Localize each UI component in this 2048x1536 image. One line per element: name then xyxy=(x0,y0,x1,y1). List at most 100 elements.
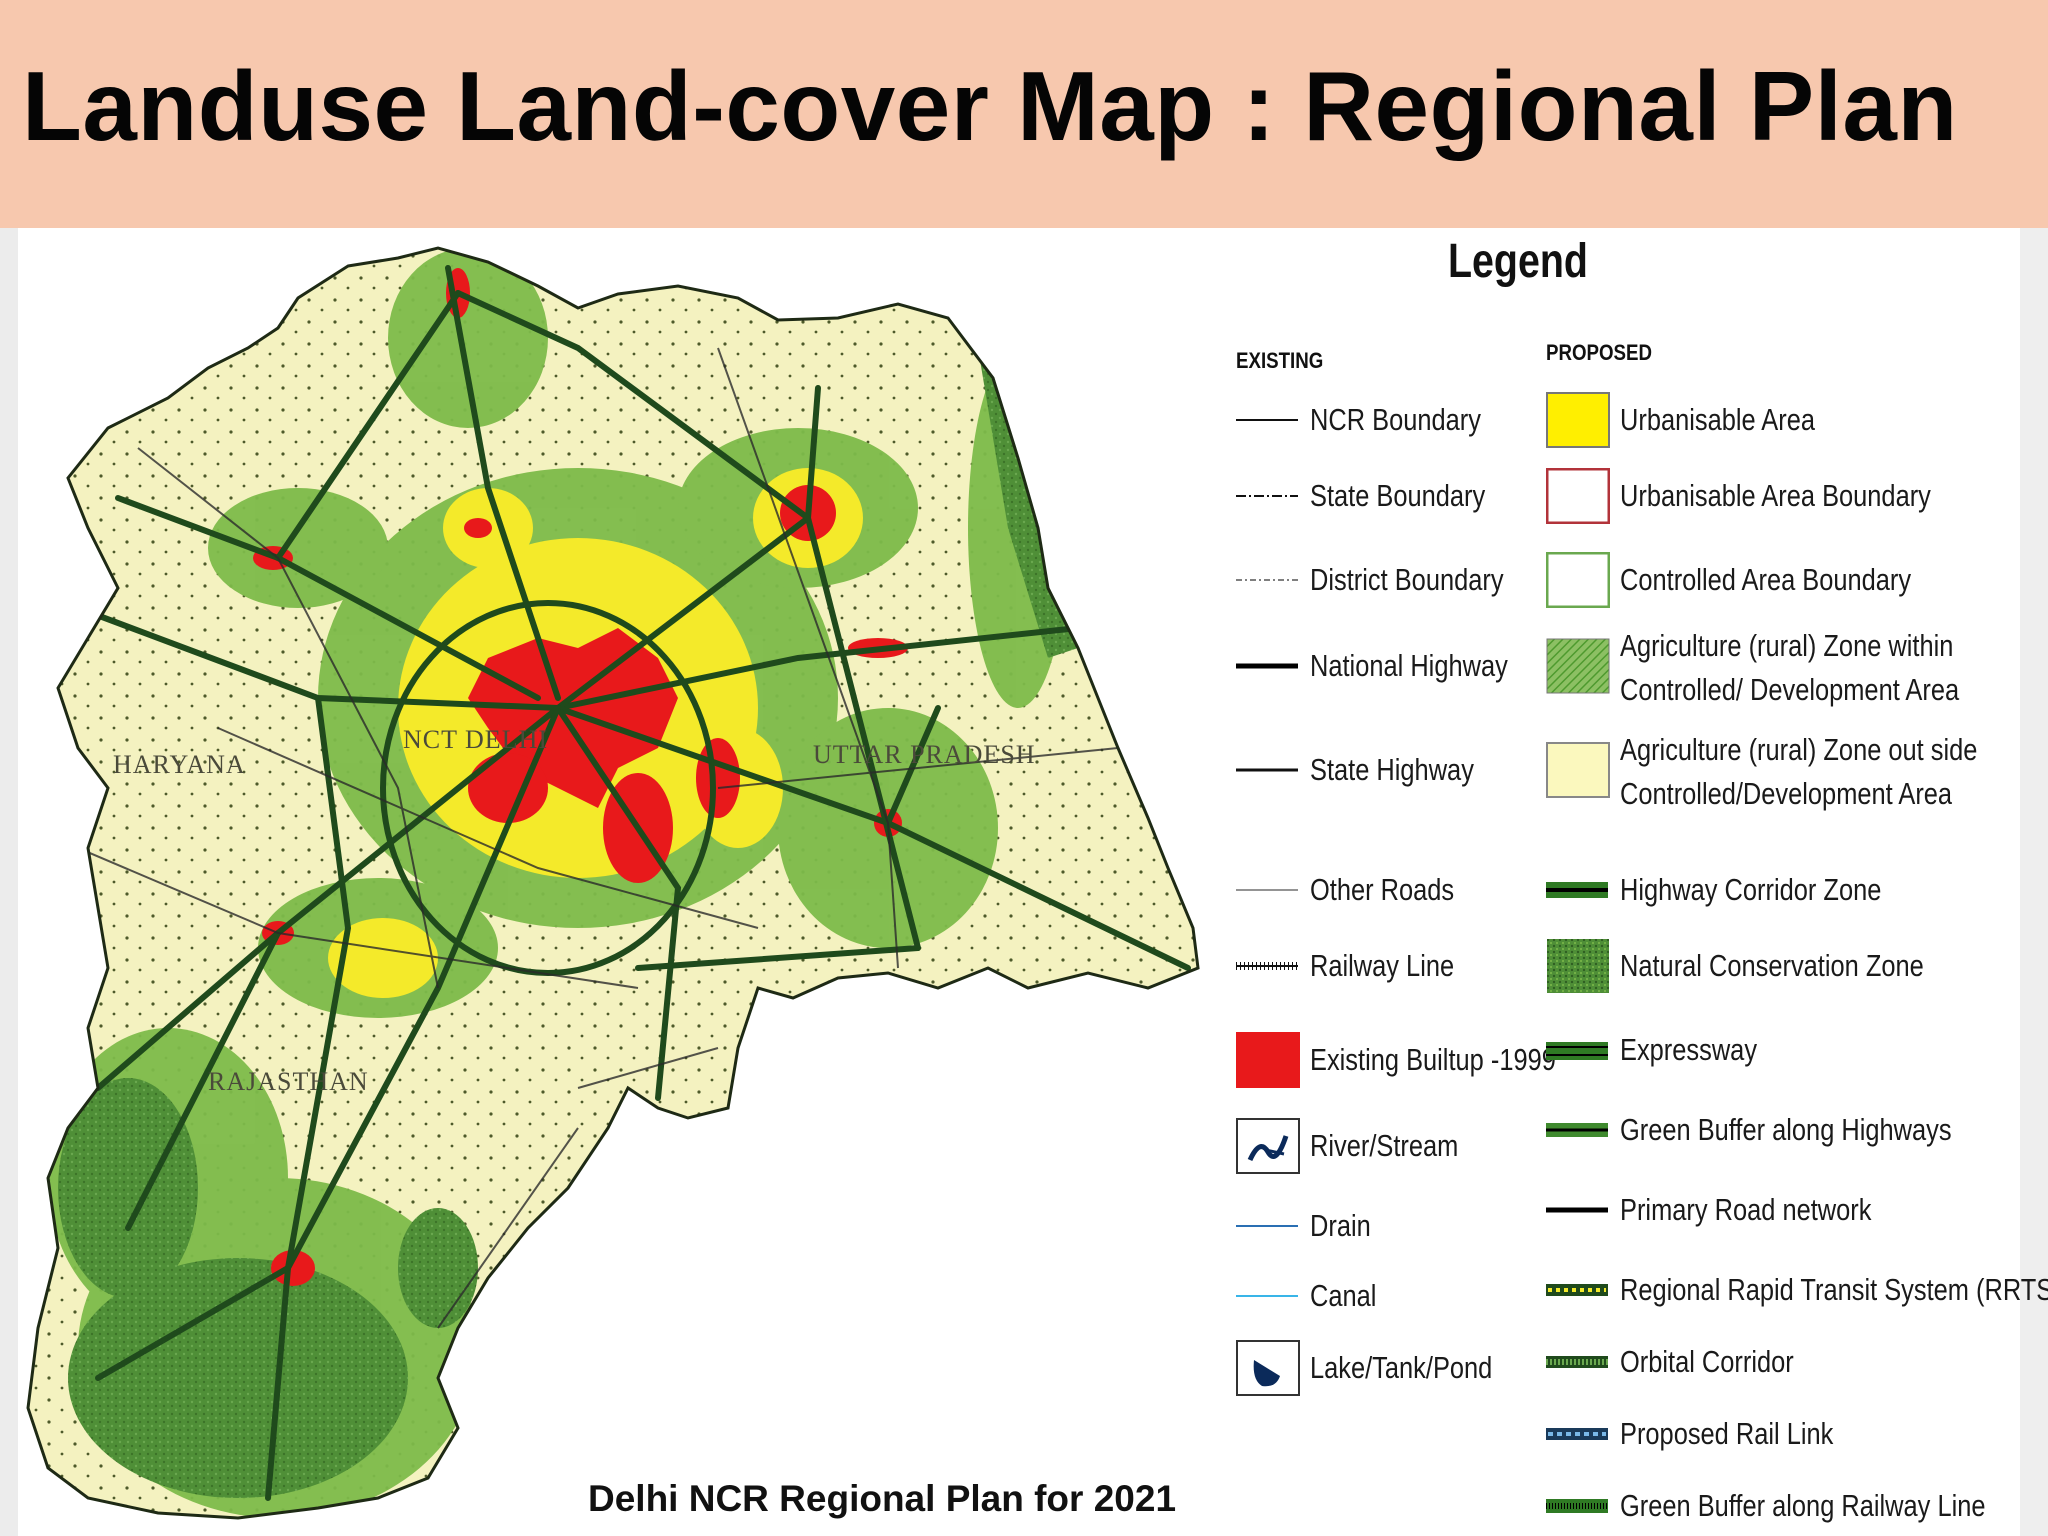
highway-corridor-line-icon xyxy=(1546,878,1610,907)
map-label-nct-delhi: NCT DELHI xyxy=(403,725,548,754)
legend-label-line: Expressway xyxy=(1620,1032,1758,1067)
legend-label-line: Other Roads xyxy=(1310,872,1455,907)
legend-item-expressway: Expressway xyxy=(1546,1022,2048,1082)
legend-label: Urbanisable Area Boundary xyxy=(1620,474,1931,518)
legend-label-line: Regional Rapid Transit System (RRTS) xyxy=(1620,1272,2048,1307)
legend-label-line: Highway Corridor Zone xyxy=(1620,872,1882,907)
legend-label-line: National Highway xyxy=(1310,648,1508,683)
legend-item-rrts: Regional Rapid Transit System (RRTS) xyxy=(1546,1262,2048,1322)
legend-item-agri-outside: Agriculture (rural) Zone out side Control… xyxy=(1546,732,2048,811)
map-label-rajasthan: RAJASTHAN xyxy=(208,1067,369,1096)
legend-label-line: Primary Road network xyxy=(1620,1192,1872,1227)
controlled-boundary-swatch-icon xyxy=(1545,551,1611,613)
agri-outside-swatch-icon xyxy=(1546,742,1610,803)
orbital-line-icon xyxy=(1546,1350,1610,1379)
legend-label-line: Agriculture (rural) Zone out side xyxy=(1620,732,1978,767)
other-roads-line-icon xyxy=(1236,878,1300,907)
map-label-haryana: HARYANA xyxy=(113,750,246,779)
legend-label-line: River/Stream xyxy=(1310,1128,1459,1163)
legend-label: Agriculture (rural) Zone out side Control… xyxy=(1620,728,1977,816)
legend-label-line: Natural Conservation Zone xyxy=(1620,948,1924,983)
legend-label: State Boundary xyxy=(1310,474,1485,518)
legend-item-green-buffer: Green Buffer along Highways xyxy=(1546,1102,2048,1162)
district-boundary-line-icon xyxy=(1236,568,1300,597)
drain-line-icon xyxy=(1236,1214,1300,1243)
legend-item-rail-buffer: Green Buffer along Railway Line xyxy=(1546,1478,2048,1536)
ncr-boundary-line-icon xyxy=(1236,408,1300,437)
legend-label: Highway Corridor Zone xyxy=(1620,868,1881,912)
expressway-line-icon xyxy=(1546,1038,1610,1071)
legend-label: Existing Builtup -1999 xyxy=(1310,1038,1556,1082)
agri-controlled-swatch-icon xyxy=(1546,638,1610,699)
rail-link-line-icon xyxy=(1546,1422,1610,1451)
conservation-swatch-icon xyxy=(1546,938,1610,999)
legend-existing-heading: EXISTING xyxy=(1236,348,1324,373)
legend-item-controlled-boundary: Controlled Area Boundary xyxy=(1545,551,2048,613)
legend-label: Regional Rapid Transit System (RRTS) xyxy=(1620,1268,2048,1312)
legend-label: Green Buffer along Highways xyxy=(1620,1108,1952,1152)
legend-label: Lake/Tank/Pond xyxy=(1310,1346,1492,1390)
rrts-line-icon xyxy=(1546,1278,1610,1307)
legend-label: Agriculture (rural) Zone within Controlle… xyxy=(1620,624,1959,712)
legend-label-line: Drain xyxy=(1310,1208,1371,1243)
legend-label: Railway Line xyxy=(1310,944,1454,988)
legend-item-rail-link: Proposed Rail Link xyxy=(1546,1406,2048,1466)
river-icon xyxy=(1236,1118,1300,1179)
legend-label: Other Roads xyxy=(1310,868,1454,912)
legend-label-line: Green Buffer along Highways xyxy=(1620,1112,1952,1147)
legend-label: State Highway xyxy=(1310,748,1474,792)
map-label-uttar-pradesh: UTTAR PRADESH xyxy=(813,740,1036,769)
national-highway-line-icon xyxy=(1236,654,1300,683)
legend-label-line: Controlled/ Development Area xyxy=(1620,672,1960,707)
legend-label: Primary Road network xyxy=(1620,1188,1871,1232)
urbanisable-swatch-icon xyxy=(1546,392,1610,453)
legend-label: Green Buffer along Railway Line xyxy=(1620,1484,1986,1528)
legend-proposed-heading: PROPOSED xyxy=(1546,340,1652,365)
legend-item-conservation: Natural Conservation Zone xyxy=(1546,938,2048,998)
green-buffer-line-icon xyxy=(1546,1118,1610,1147)
rail-buffer-line-icon xyxy=(1546,1494,1610,1523)
legend-label: District Boundary xyxy=(1310,558,1504,602)
legend-item-urbanisable-boundary: Urbanisable Area Boundary xyxy=(1545,467,2048,529)
legend-label-line: Orbital Corridor xyxy=(1620,1344,1794,1379)
legend-item-highway-corridor: Highway Corridor Zone xyxy=(1546,862,2048,922)
legend-label: River/Stream xyxy=(1310,1124,1458,1168)
slide-title: Landuse Land-cover Map : Regional Plan xyxy=(22,51,1958,161)
railway-line-icon xyxy=(1236,954,1300,983)
legend-label-line: Railway Line xyxy=(1310,948,1455,983)
legend-label-line: Agriculture (rural) Zone within xyxy=(1620,628,1954,663)
legend-label-line: State Highway xyxy=(1310,752,1474,787)
urbanisable-boundary-swatch-icon xyxy=(1545,467,1611,529)
legend-label: Orbital Corridor xyxy=(1620,1340,1794,1384)
lake-icon xyxy=(1236,1340,1300,1401)
legend-label-line: Proposed Rail Link xyxy=(1620,1416,1834,1451)
legend-label-line: Existing Builtup -1999 xyxy=(1310,1042,1556,1077)
title-band: Landuse Land-cover Map : Regional Plan xyxy=(0,0,2048,228)
builtup-swatch-icon xyxy=(1236,1032,1300,1093)
state-boundary-line-icon xyxy=(1236,484,1300,513)
legend-label-line: Controlled Area Boundary xyxy=(1620,562,1912,597)
legend-label-line: Green Buffer along Railway Line xyxy=(1620,1488,1986,1523)
legend-item-agri-controlled: Agriculture (rural) Zone within Controlle… xyxy=(1546,628,2048,707)
map-landuse xyxy=(28,248,1198,1518)
legend-label-line: NCR Boundary xyxy=(1310,402,1481,437)
primary-road-line-icon xyxy=(1546,1198,1610,1227)
legend-item-primary-road: Primary Road network xyxy=(1546,1182,2048,1242)
ncr-map: HARYANA NCT DELHI UTTAR PRADESH RAJASTHA… xyxy=(26,246,1200,1520)
legend-label: NCR Boundary xyxy=(1310,398,1481,442)
legend-label: Drain xyxy=(1310,1204,1371,1248)
map-caption: Delhi NCR Regional Plan for 2021 xyxy=(588,1478,1177,1519)
legend-label: Proposed Rail Link xyxy=(1620,1412,1833,1456)
legend-label-line: Canal xyxy=(1310,1278,1377,1313)
legend-label-line: District Boundary xyxy=(1310,562,1504,597)
legend-item-orbital: Orbital Corridor xyxy=(1546,1334,2048,1394)
legend-label: Urbanisable Area xyxy=(1620,398,1815,442)
legend-label: Controlled Area Boundary xyxy=(1620,558,1911,602)
legend-label: Expressway xyxy=(1620,1028,1757,1072)
legend-label: National Highway xyxy=(1310,644,1508,688)
legend-label-line: Urbanisable Area xyxy=(1620,402,1816,437)
state-highway-line-icon xyxy=(1236,758,1300,787)
legend-label-line: State Boundary xyxy=(1310,478,1486,513)
legend-label: Canal xyxy=(1310,1274,1376,1318)
legend-label-line: Urbanisable Area Boundary xyxy=(1620,478,1931,513)
